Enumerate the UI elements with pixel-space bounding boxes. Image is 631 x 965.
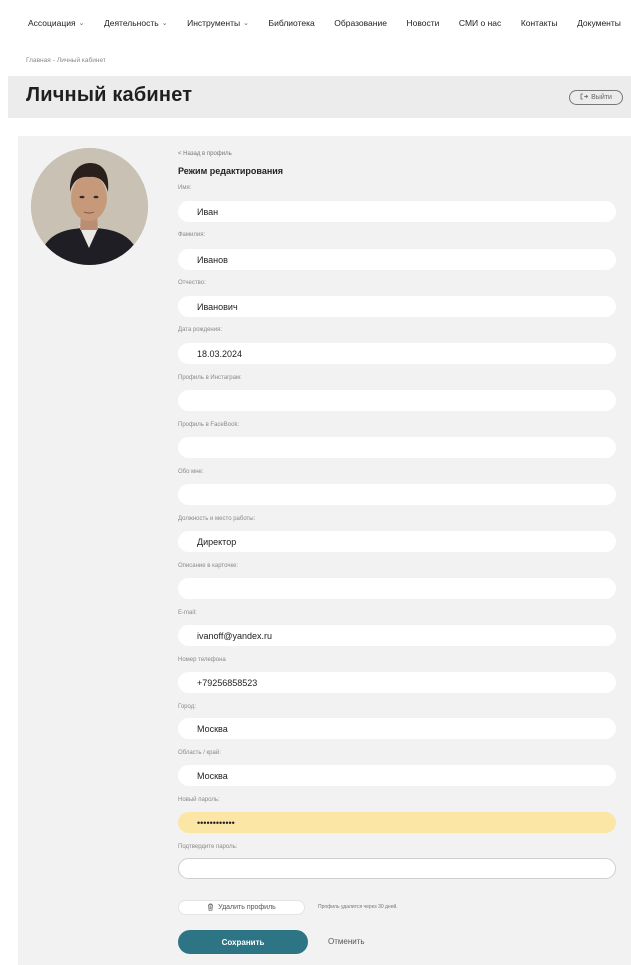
top-nav: Ассоциация ⌄ Деятельность ⌄ Инструменты … bbox=[0, 0, 631, 46]
edit-mode-title: Режим редактирования bbox=[178, 166, 284, 176]
logout-label: Выйти bbox=[591, 94, 612, 101]
nav-item-association[interactable]: Ассоциация ⌄ bbox=[28, 18, 84, 28]
page-header: Личный кабинет Выйти bbox=[8, 76, 631, 118]
facebook-label: Профиль в FaceBook: bbox=[178, 422, 240, 428]
position-input[interactable] bbox=[178, 531, 616, 552]
avatar bbox=[31, 148, 148, 265]
card-description-label: Описание в карточке: bbox=[178, 563, 239, 569]
nav-item-label: Контакты bbox=[520, 18, 558, 28]
nav-item-library[interactable]: Библиотека bbox=[269, 18, 315, 28]
birth-date-label: Дата рождения: bbox=[178, 327, 222, 333]
birth-date-input[interactable] bbox=[178, 343, 616, 364]
nav-item-label: Деятельность bbox=[103, 18, 159, 28]
instagram-label: Профиль в Инстаграм: bbox=[178, 375, 242, 381]
new-password-input[interactable] bbox=[178, 812, 616, 833]
nav-item-documents[interactable]: Документы bbox=[577, 18, 621, 28]
last-name-label: Фамилия: bbox=[178, 232, 206, 238]
breadcrumb-separator: - bbox=[52, 57, 55, 64]
region-label: Область / край: bbox=[178, 750, 221, 756]
nav-item-contacts[interactable]: Контакты bbox=[521, 18, 558, 28]
back-to-profile-link[interactable]: < Назад в профиль bbox=[178, 151, 232, 157]
profile-panel: < Назад в профиль Режим редактирования И… bbox=[18, 136, 631, 965]
nav-item-education[interactable]: Образование bbox=[334, 18, 387, 28]
facebook-input[interactable] bbox=[178, 437, 616, 458]
confirm-password-label: Подтвердите пароль: bbox=[178, 844, 238, 850]
nav-item-activity[interactable]: Деятельность ⌄ bbox=[104, 18, 168, 28]
breadcrumb: Главная - Личный кабинет bbox=[26, 57, 106, 64]
cancel-button[interactable]: Отменить bbox=[328, 937, 365, 946]
page-title: Личный кабинет bbox=[26, 84, 193, 106]
logout-button[interactable]: Выйти bbox=[569, 90, 623, 105]
breadcrumb-home-link[interactable]: Главная bbox=[26, 57, 51, 64]
first-name-label: Имя: bbox=[178, 185, 192, 191]
first-name-input[interactable] bbox=[178, 201, 616, 222]
city-label: Город: bbox=[178, 704, 196, 710]
nav-item-label: Ассоциация bbox=[28, 18, 76, 28]
nav-item-label: Инструменты bbox=[187, 18, 241, 28]
about-label: Обо мне: bbox=[178, 469, 204, 475]
nav-item-label: Библиотека bbox=[268, 18, 315, 28]
nav-item-label: Документы bbox=[577, 18, 621, 28]
card-description-input[interactable] bbox=[178, 578, 616, 599]
last-name-input[interactable] bbox=[178, 249, 616, 270]
instagram-input[interactable] bbox=[178, 390, 616, 411]
city-input[interactable] bbox=[178, 718, 616, 739]
nav-item-news[interactable]: Новости bbox=[406, 18, 439, 28]
logout-icon bbox=[580, 93, 589, 102]
new-password-label: Новый пароль: bbox=[178, 797, 220, 803]
breadcrumb-current: Личный кабинет bbox=[56, 57, 106, 64]
phone-input[interactable] bbox=[178, 672, 616, 693]
email-input[interactable] bbox=[178, 625, 616, 646]
patronymic-input[interactable] bbox=[178, 296, 616, 317]
chevron-down-icon: ⌄ bbox=[161, 20, 168, 27]
chevron-down-icon: ⌄ bbox=[78, 20, 85, 27]
patronymic-label: Отчество: bbox=[178, 280, 206, 286]
save-button[interactable]: Сохранить bbox=[178, 930, 308, 954]
position-label: Должность и место работы: bbox=[178, 516, 256, 522]
phone-label: Номер телефона bbox=[178, 657, 226, 663]
chevron-down-icon: ⌄ bbox=[243, 20, 249, 27]
nav-item-label: СМИ о нас bbox=[458, 18, 502, 28]
confirm-password-input[interactable] bbox=[178, 858, 616, 879]
delete-profile-note: Профиль удалится через 30 дней. bbox=[318, 904, 398, 910]
trash-icon bbox=[207, 903, 214, 913]
nav-item-press[interactable]: СМИ о нас bbox=[459, 18, 501, 28]
delete-profile-button[interactable]: Удалить профиль bbox=[178, 900, 305, 915]
email-label: E-mail: bbox=[178, 610, 197, 616]
nav-item-tools[interactable]: Инструменты ⌄ bbox=[187, 18, 249, 28]
delete-profile-label: Удалить профиль bbox=[218, 904, 276, 911]
about-input[interactable] bbox=[178, 484, 616, 505]
region-input[interactable] bbox=[178, 765, 616, 786]
nav-item-label: Новости bbox=[406, 18, 440, 28]
nav-item-label: Образование bbox=[334, 18, 387, 28]
